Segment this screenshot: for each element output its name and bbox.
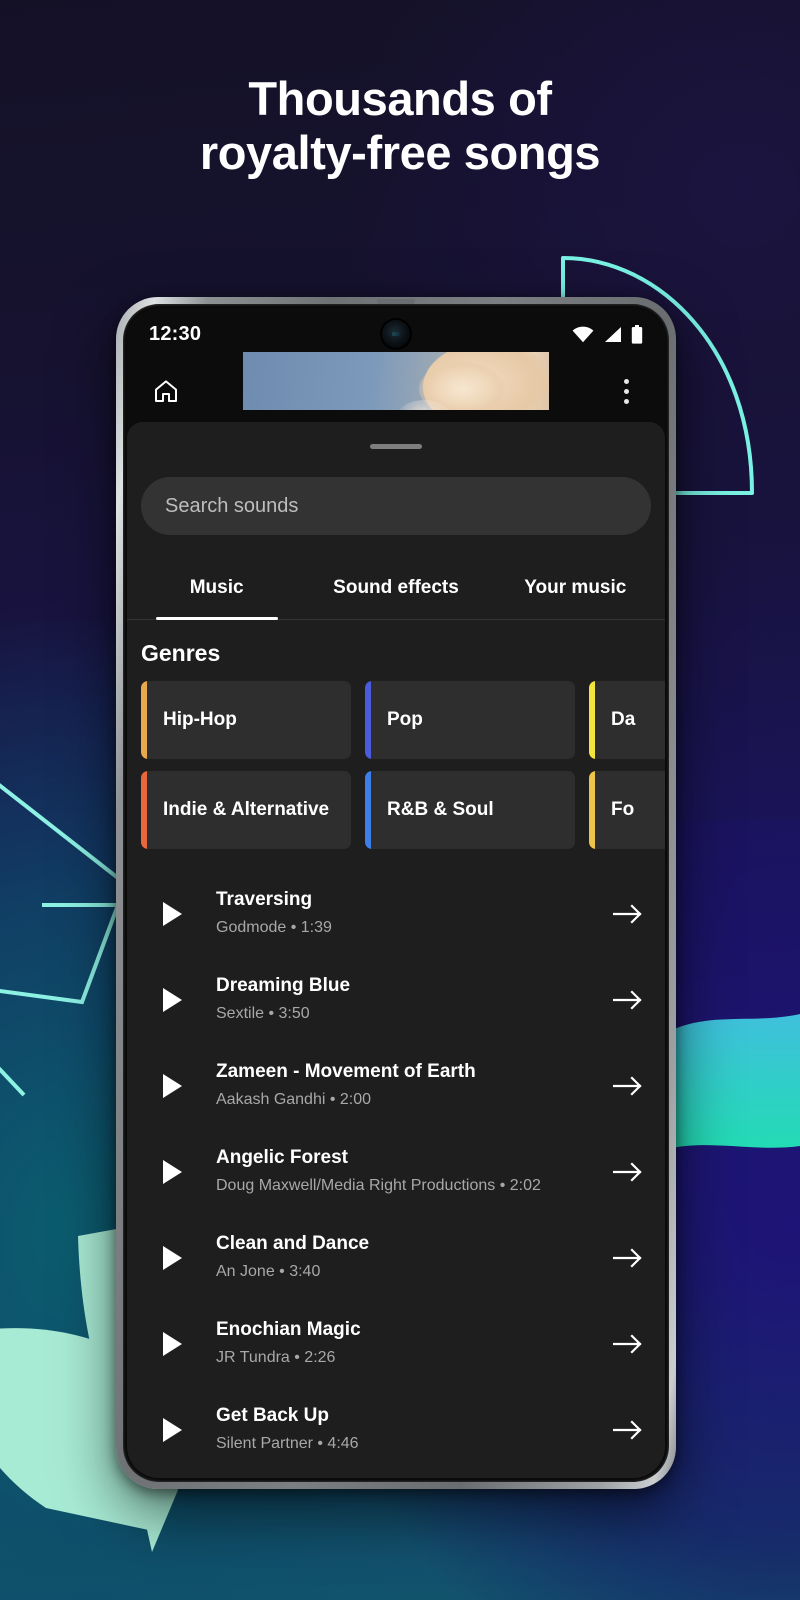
phone-mockup: 12:30 Search sounds Music Sound effects … [116, 297, 676, 1489]
genre-label: Indie & Alternative [163, 799, 330, 820]
play-icon[interactable] [163, 1246, 182, 1270]
genre-label: Hip-Hop [163, 709, 237, 730]
list-item[interactable]: Enochian Magic JR Tundra • 2:26 [127, 1301, 665, 1387]
arrow-right-icon[interactable] [613, 989, 643, 1011]
tab-music[interactable]: Music [127, 561, 306, 620]
song-meta: Angelic Forest Doug Maxwell/Media Right … [216, 1145, 613, 1198]
list-item[interactable]: Dreaming Blue Sextile • 3:50 [127, 957, 665, 1043]
search-input[interactable]: Search sounds [141, 477, 651, 535]
song-meta: Dreaming Blue Sextile • 3:50 [216, 973, 613, 1026]
song-title: Traversing [216, 889, 313, 911]
arrow-right-icon[interactable] [613, 1161, 643, 1183]
list-item[interactable]: Zameen - Movement of Earth Aakash Gandhi… [127, 1043, 665, 1129]
song-subtitle: Doug Maxwell/Media Right Productions • 2… [216, 1177, 541, 1195]
arrow-right-icon[interactable] [613, 1075, 643, 1097]
genre-accent-bar [365, 771, 371, 849]
play-icon[interactable] [163, 1418, 182, 1442]
cellular-signal-icon [605, 326, 621, 342]
genre-card[interactable]: R&B & Soul [365, 771, 575, 849]
song-meta: Enochian Magic JR Tundra • 2:26 [216, 1317, 613, 1370]
song-meta: Zameen - Movement of Earth Aakash Gandhi… [216, 1059, 613, 1112]
genre-card[interactable]: Indie & Alternative [141, 771, 351, 849]
sounds-bottom-sheet: Search sounds Music Sound effects Your m… [127, 422, 665, 1478]
song-title: Zameen - Movement of Earth [216, 1061, 476, 1083]
song-meta: Clean and Dance An Jone • 3:40 [216, 1231, 613, 1284]
phone-bezel: 12:30 Search sounds Music Sound effects … [123, 299, 669, 1482]
list-item[interactable]: Get Back Up Silent Partner • 4:46 [127, 1387, 665, 1473]
more-vertical-icon [623, 378, 629, 404]
genre-grid: Hip-Hop Pop Da Indie & Alternative R&B &… [127, 681, 665, 849]
song-subtitle: Godmode • 1:39 [216, 919, 332, 937]
song-title: Dreaming Blue [216, 975, 351, 997]
song-subtitle: JR Tundra • 2:26 [216, 1349, 336, 1367]
arrow-right-icon[interactable] [613, 903, 643, 925]
cyan-chevron-lower [0, 1066, 26, 1097]
home-button[interactable] [149, 374, 183, 408]
song-meta: Get Back Up Silent Partner • 4:46 [216, 1403, 613, 1456]
status-icons [572, 324, 643, 344]
song-title: Angelic Forest [216, 1147, 348, 1169]
song-subtitle: Sextile • 3:50 [216, 1005, 310, 1023]
headline-line-2: royalty-free songs [199, 125, 601, 179]
genre-accent-bar [141, 771, 147, 849]
song-title: Get Back Up [216, 1405, 329, 1427]
genre-label: Pop [387, 709, 423, 730]
arrow-right-icon[interactable] [613, 1333, 643, 1355]
overflow-menu-button[interactable] [609, 374, 643, 408]
song-subtitle: Aakash Gandhi • 2:00 [216, 1091, 372, 1109]
play-icon[interactable] [163, 1332, 182, 1356]
song-list: Traversing Godmode • 1:39 Dreaming Blue [127, 849, 665, 1473]
cyan-wave-band [672, 1014, 800, 1148]
list-item[interactable]: Clean and Dance An Jone • 3:40 [127, 1215, 665, 1301]
play-icon[interactable] [163, 1074, 182, 1098]
genre-card[interactable]: Hip-Hop [141, 681, 351, 759]
status-clock: 12:30 [149, 322, 202, 345]
arrow-right-icon[interactable] [613, 1247, 643, 1269]
genres-heading: Genres [141, 640, 221, 666]
genre-accent-bar [589, 681, 595, 759]
headline-line-1: Thousands of [248, 72, 552, 125]
home-icon [155, 380, 177, 402]
genre-card[interactable]: Fo [589, 771, 665, 849]
sheet-scroll-area[interactable]: Genres Hip-Hop Pop Da Indie & Alternativ… [127, 620, 665, 1478]
front-camera-icon [382, 320, 410, 348]
genre-label: Da [611, 709, 636, 730]
genre-accent-bar [589, 771, 595, 849]
cyan-chevron-large [0, 903, 121, 1005]
tab-your-music[interactable]: Your music [486, 561, 665, 619]
song-title: Enochian Magic [216, 1319, 361, 1341]
battery-icon [631, 324, 643, 344]
genre-accent-bar [141, 681, 147, 759]
search-placeholder: Search sounds [165, 494, 299, 517]
tab-sound-effects[interactable]: Sound effects [306, 561, 485, 619]
list-item[interactable]: Traversing Godmode • 1:39 [127, 871, 665, 957]
song-subtitle: An Jone • 3:40 [216, 1263, 321, 1281]
page-title: Thousands of royalty-free songs [0, 72, 800, 179]
song-title: Clean and Dance [216, 1233, 370, 1255]
genre-card[interactable]: Da [589, 681, 665, 759]
song-meta: Traversing Godmode • 1:39 [216, 887, 613, 940]
list-item[interactable]: Angelic Forest Doug Maxwell/Media Right … [127, 1129, 665, 1215]
genre-label: Fo [611, 799, 635, 820]
genre-accent-bar [365, 681, 371, 759]
cyan-zigzag-upper [0, 783, 120, 880]
play-icon[interactable] [163, 988, 182, 1012]
play-icon[interactable] [163, 902, 182, 926]
genre-card[interactable]: Pop [365, 681, 575, 759]
genre-label: R&B & Soul [387, 799, 494, 820]
song-subtitle: Silent Partner • 4:46 [216, 1435, 359, 1453]
video-preview-thumbnail[interactable] [243, 352, 549, 410]
play-icon[interactable] [163, 1160, 182, 1184]
sound-tabs: Music Sound effects Your music [127, 561, 665, 620]
wifi-icon [572, 326, 594, 342]
app-bar [127, 352, 665, 422]
phone-screen: 12:30 Search sounds Music Sound effects … [127, 308, 665, 1478]
search-container: Search sounds [127, 449, 665, 535]
arrow-right-icon[interactable] [613, 1419, 643, 1441]
earpiece-speaker [377, 299, 415, 304]
